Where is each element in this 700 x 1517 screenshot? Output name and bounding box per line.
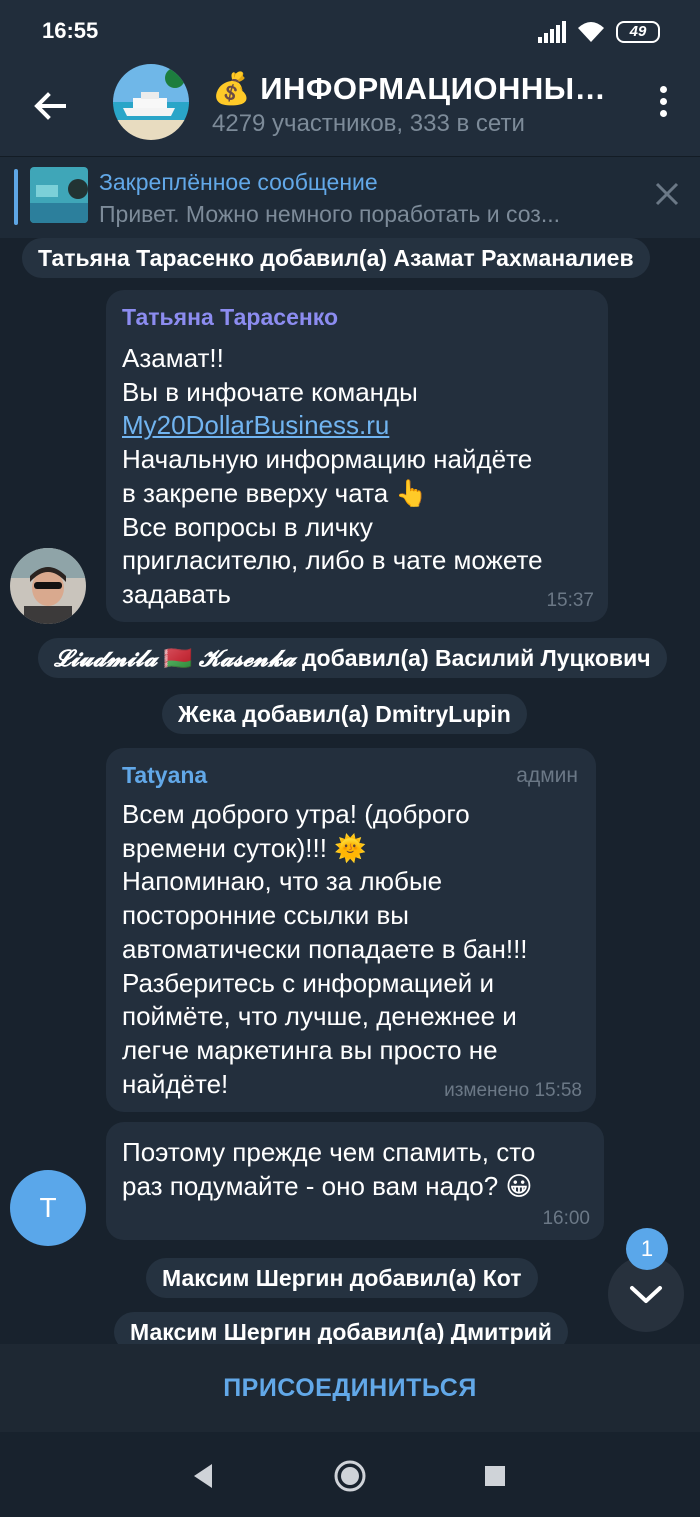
wifi-icon <box>578 22 604 42</box>
message-link[interactable]: My20DollarBusiness.ru <box>122 410 389 440</box>
message-sender[interactable]: Татьяна Тарасенко <box>122 304 338 331</box>
message-time: 15:37 <box>546 590 594 611</box>
admin-label: админ <box>516 764 578 787</box>
join-bar: ПРИСОЕДИНИТЬСЯ <box>0 1344 700 1432</box>
join-button[interactable]: ПРИСОЕДИНИТЬСЯ <box>223 1374 477 1403</box>
status-bar: 16:55 49 <box>0 0 700 58</box>
message-line: Вы в инфочате команды <box>122 376 418 407</box>
service-message: 𝓛𝓲𝓾𝓭𝓶𝓲𝓵𝓪 🇧🇾 𝓚𝓪𝓼𝓮𝓷𝓴𝓪 добавил(а) Василий Л… <box>38 638 667 678</box>
pinned-thumbnail <box>30 167 88 223</box>
message-text: Всем доброго утра! (доброго времени суто… <box>122 799 528 1099</box>
message-bubble[interactable]: Татьяна Тарасенко Азамат!! Вы в инфочате… <box>106 290 608 622</box>
service-name: 𝓚𝓪𝓼𝓮𝓷𝓴𝓪 <box>198 645 296 672</box>
chat-avatar[interactable] <box>113 64 189 140</box>
sender-avatar[interactable] <box>10 548 86 624</box>
service-message: Жека добавил(а) DmitryLupin <box>162 694 527 734</box>
service-message: Максим Шергин добавил(а) Кот <box>146 1258 538 1298</box>
chat-subtitle: 4279 участников, 333 в сети <box>212 110 525 137</box>
message-text: Поэтому прежде чем спамить, сто раз поду… <box>122 1137 536 1201</box>
battery-indicator: 49 <box>616 21 660 43</box>
pinned-title: Закреплённое сообщение <box>99 169 378 195</box>
service-text: добавил(а) Василий Луцкович <box>295 645 651 671</box>
message-time: 16:00 <box>542 1208 590 1229</box>
system-nav-bar <box>0 1432 700 1517</box>
recents-square-icon[interactable] <box>484 1465 506 1487</box>
close-icon[interactable] <box>654 181 680 207</box>
message-bubble[interactable]: Поэтому прежде чем спамить, сто раз поду… <box>106 1122 604 1240</box>
message-text: Азамат!! Вы в инфочате команды My20Dolla… <box>122 342 602 612</box>
flag-icon: 🇧🇾 <box>163 645 193 671</box>
home-circle-icon[interactable] <box>333 1459 367 1493</box>
message-sender[interactable]: Tatyana <box>122 762 207 789</box>
status-time: 16:55 <box>42 18 99 43</box>
chat-title[interactable]: 💰 ИНФОРМАЦИОННЫЙ... <box>212 70 622 107</box>
unread-badge: 1 <box>626 1228 668 1270</box>
pinned-text: Привет. Можно немного поработать и соз..… <box>99 201 561 227</box>
more-menu-icon[interactable] <box>656 86 670 126</box>
pinned-accent-line <box>14 169 18 225</box>
signal-icon <box>538 21 566 43</box>
message-time: изменено 15:58 <box>444 1080 582 1101</box>
service-name: 𝓛𝓲𝓾𝓭𝓶𝓲𝓵𝓪 <box>54 645 158 672</box>
status-icons: 49 <box>538 20 660 44</box>
pinned-message-bar[interactable]: Закреплённое сообщение Привет. Можно нем… <box>0 156 700 238</box>
message-line: Азамат!! <box>122 343 224 373</box>
chat-header: 💰 ИНФОРМАЦИОННЫЙ... 4279 участников, 333… <box>0 58 700 156</box>
back-arrow-icon[interactable] <box>26 82 74 130</box>
back-triangle-icon[interactable] <box>190 1462 216 1490</box>
message-bubble[interactable]: Tatyana админ Всем доброго утра! (доброг… <box>106 748 596 1112</box>
sender-avatar[interactable]: T <box>10 1170 86 1246</box>
service-message: Татьяна Тарасенко добавил(а) Азамат Рахм… <box>22 238 650 278</box>
message-line: Начальную информацию найдёте в закрепе в… <box>122 444 543 609</box>
